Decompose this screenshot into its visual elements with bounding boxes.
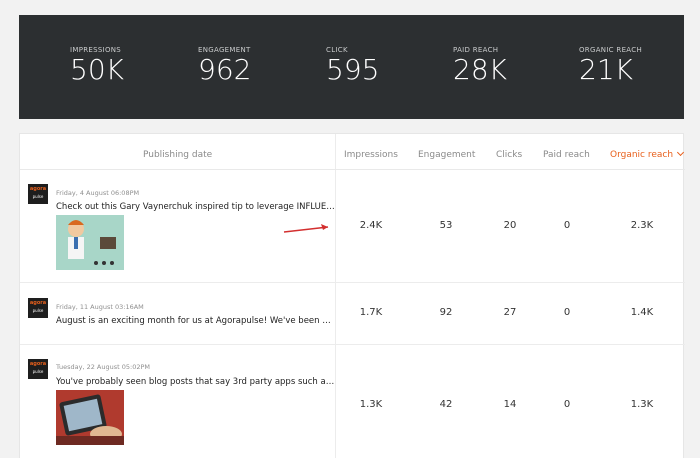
agorapulse-logo: agora pulse	[28, 298, 48, 318]
chevron-down-icon[interactable]	[677, 148, 685, 157]
cell-paid-reach: 0	[563, 399, 571, 410]
post-date: Friday, 4 August 06:08PM	[56, 189, 140, 197]
cell-engagement: 53	[439, 220, 453, 231]
header-clicks[interactable]: Clicks	[496, 150, 522, 160]
stats-panel: IMPRESSIONS 50K ENGAGEMENT 962 CLICK 595…	[19, 15, 684, 119]
cell-engagement: 42	[439, 399, 453, 410]
post-text[interactable]: Check out this Gary Vaynerchuk inspired …	[56, 202, 336, 212]
cell-organic-reach: 1.4K	[630, 307, 654, 318]
header-paid-reach[interactable]: Paid reach	[543, 150, 590, 160]
agorapulse-logo: agora pulse	[28, 184, 48, 204]
agorapulse-logo: agora pulse	[28, 359, 48, 379]
post-text[interactable]: August is an exciting month for us at Ag…	[56, 316, 336, 326]
post-text[interactable]: You've probably seen blog posts that say…	[56, 377, 336, 387]
cell-paid-reach: 0	[563, 220, 571, 231]
stat-impressions: IMPRESSIONS 50K	[70, 46, 124, 84]
header-impressions[interactable]: Impressions	[344, 150, 398, 160]
header-publishing-date[interactable]: Publishing date	[143, 150, 212, 160]
logo-text-top: agora	[29, 361, 47, 367]
stat-value: 28K	[453, 53, 507, 86]
stat-value: 595	[326, 53, 380, 86]
cell-engagement: 92	[439, 307, 453, 318]
stat-organic-reach: ORGANIC REACH 21K	[579, 46, 642, 84]
stat-paid-reach: PAID REACH 28K	[453, 46, 507, 84]
stat-engagement: ENGAGEMENT 962	[198, 46, 251, 84]
header-engagement[interactable]: Engagement	[418, 150, 475, 160]
cell-impressions: 1.7K	[359, 307, 383, 318]
logo-text-bottom: pulse	[32, 369, 44, 374]
cell-clicks: 27	[503, 307, 517, 318]
table-row[interactable]: agora pulse Tuesday, 22 August 05:02PM Yo…	[20, 345, 685, 458]
post-thumbnail[interactable]	[56, 215, 124, 270]
cell-clicks: 14	[503, 399, 517, 410]
table-header: Publishing date Impressions Engagement C…	[20, 134, 685, 170]
table-row[interactable]: agora pulse Friday, 11 August 03:16AM Aug…	[20, 283, 685, 345]
cell-impressions: 1.3K	[359, 399, 383, 410]
cell-clicks: 20	[503, 220, 517, 231]
posts-table: Publishing date Impressions Engagement C…	[19, 133, 685, 458]
header-organic-reach-label: Organic reach	[610, 150, 674, 160]
logo-text-top: agora	[29, 186, 47, 192]
cell-impressions: 2.4K	[359, 220, 383, 231]
stat-value: 21K	[579, 53, 633, 86]
post-date: Tuesday, 22 August 05:02PM	[56, 363, 150, 371]
cell-organic-reach: 2.3K	[630, 220, 654, 231]
post-date: Friday, 11 August 03:16AM	[56, 303, 144, 311]
logo-text-bottom: pulse	[32, 194, 44, 199]
logo-text-bottom: pulse	[32, 308, 44, 313]
cell-organic-reach: 1.3K	[630, 399, 654, 410]
table-row[interactable]: agora pulse Friday, 4 August 06:08PM Chec…	[20, 170, 685, 283]
stat-value: 50K	[70, 53, 124, 86]
stat-value: 962	[198, 53, 252, 86]
cell-paid-reach: 0	[563, 307, 571, 318]
red-arrow-icon	[283, 224, 329, 233]
post-thumbnail[interactable]	[56, 390, 124, 445]
stat-click: CLICK 595	[326, 46, 379, 84]
header-organic-reach[interactable]: Organic reach	[610, 148, 685, 160]
logo-text-top: agora	[29, 300, 47, 306]
